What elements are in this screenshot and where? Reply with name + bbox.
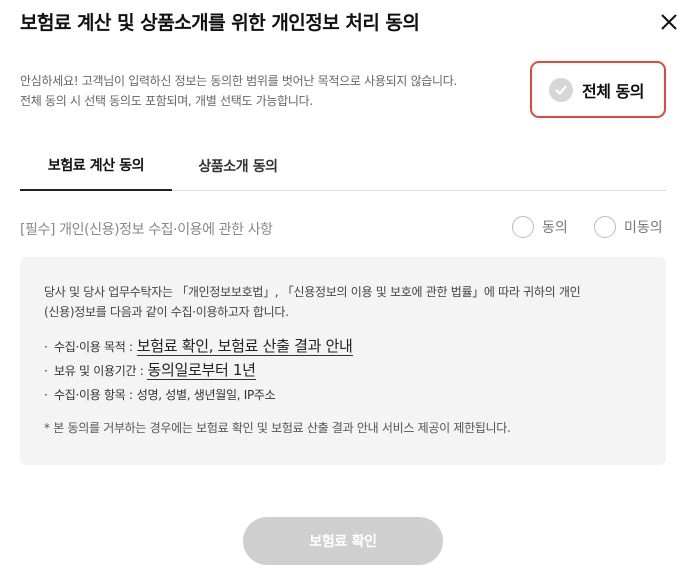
check-icon [549,77,573,102]
tab-premium-calculation-consent[interactable]: 보험료 계산 동의 [20,140,172,191]
consent-tabs: 보험료 계산 동의 상품소개 동의 [20,140,666,191]
tab-product-intro-consent[interactable]: 상품소개 동의 [172,140,304,191]
section-title: [필수] 개인(신용)정보 수집·이용에 관한 사항 [20,222,273,238]
confirm-premium-button[interactable]: 보험료 확인 [243,517,443,565]
agree-radio[interactable] [512,216,534,238]
notice-line-1: 안심하세요! 고객님이 입력하신 정보는 동의한 범위를 벗어난 목적으로 사용… [20,74,458,88]
consent-details-box: 당사 및 당사 업무수탁자는 「개인정보보호법」, 「신용정보의 이용 및 보호… [20,257,666,465]
privacy-notice: 안심하세요! 고객님이 입력하신 정보는 동의한 범위를 벗어난 목적으로 사용… [20,71,457,111]
close-icon [661,14,677,30]
notice-line-2: 전체 동의 시 선택 동의도 포함되며, 개별 선택도 가능합니다. [20,94,313,108]
agree-radio-label: 동의 [542,220,568,236]
disagree-radio-label: 미동의 [624,220,663,236]
consent-items-list: · 수집·이용 목적 : 보험료 확인, 보험료 산출 결과 안내 · 보유 및… [44,335,644,407]
disagree-radio[interactable] [594,216,616,238]
items-label: 수집·이용 항목 : [54,388,133,402]
retention-label: 보유 및 이용기간 : [54,364,144,378]
agree-radio-option[interactable]: 동의 [512,216,568,238]
required-consent-row: [필수] 개인(신용)정보 수집·이용에 관한 사항 동의 미동의 [20,216,666,242]
refusal-footnote: * 본 동의를 거부하는 경우에는 보험료 확인 및 보험료 산출 결과 안내 … [44,421,511,435]
items-value: 성명, 성별, 생년월일, IP주소 [136,388,276,402]
list-item: · 보유 및 이용기간 : 동의일로부터 1년 [44,359,644,383]
close-button[interactable] [657,10,681,34]
intro-line-1: 당사 및 당사 업무수탁자는 「개인정보보호법」, 「신용정보의 이용 및 보호… [44,285,581,299]
list-item: · 수집·이용 목적 : 보험료 확인, 보험료 산출 결과 안내 [44,335,644,359]
purpose-label: 수집·이용 목적 : [54,340,133,354]
purpose-value: 보험료 확인, 보험료 산출 결과 안내 [136,337,353,356]
dialog-title: 보험료 계산 및 상품소개를 위한 개인정보 처리 동의 [20,12,420,34]
disagree-radio-option[interactable]: 미동의 [594,216,663,238]
list-item: · 수집·이용 항목 : 성명, 성별, 생년월일, IP주소 [44,383,644,407]
intro-line-2: (신용)정보를 다음과 같이 수집·이용하고자 합니다. [44,305,289,319]
retention-value: 동의일로부터 1년 [147,361,256,380]
consent-intro: 당사 및 당사 업무수탁자는 「개인정보보호법」, 「신용정보의 이용 및 보호… [44,282,644,322]
agree-all-label: 전체 동의 [582,81,644,101]
agree-all-button[interactable]: 전체 동의 [530,61,666,118]
